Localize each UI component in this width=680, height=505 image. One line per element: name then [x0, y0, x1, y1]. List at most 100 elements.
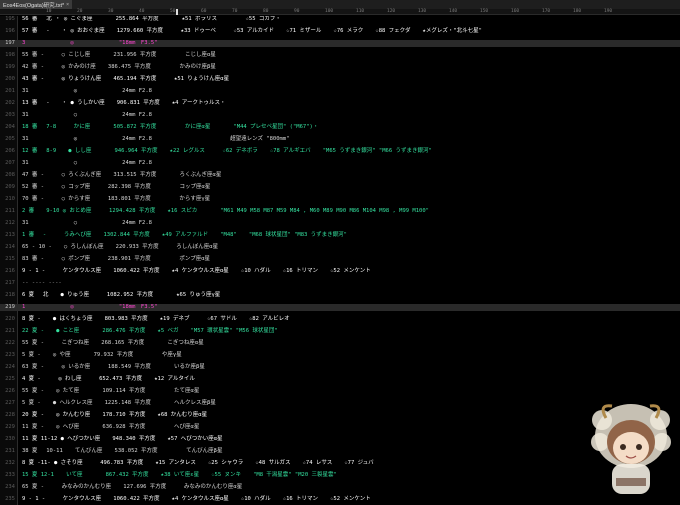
- editor-line[interactable]: 201 31 ◎ 24mm F2.8: [0, 88, 680, 95]
- line-number: 218: [5, 292, 15, 298]
- line-text: 22 夏 - ● こと座 286.476 平方度 ★5 ベガ "M57 環状星雲…: [22, 328, 278, 334]
- editor-line[interactable]: 230 11 夏 11-12 ● へびつかい座 948.340 平方度 ★57 へ…: [0, 436, 680, 443]
- editor-line[interactable]: 204 18 審 7-8 かに座 505.872 平方度 かに座α星 "M44 プ…: [0, 124, 680, 131]
- line-number: 197: [5, 40, 15, 46]
- line-text: 83 審 - ○ ポンプ座 238.901 平方度 ポンプ座α星: [22, 256, 211, 262]
- line-number: 207: [5, 160, 15, 166]
- line-number: 208: [5, 172, 15, 178]
- line-text: 65 - 10 - ○ ろしんぼん座 220.933 平方度 ろしんぼん座α星: [22, 244, 219, 250]
- editor-line[interactable]: 208 47 審 - ○ ろくぶんぎ座 313.515 平方度 ろくぶんぎ座α星: [0, 172, 680, 179]
- editor-line[interactable]: 215 83 審 - ○ ポンプ座 238.901 平方度 ポンプ座α星: [0, 256, 680, 263]
- ruler-tick: 160: [511, 9, 520, 14]
- editor-line[interactable]: 217 -- ---- ----: [0, 280, 680, 287]
- line-number: 222: [5, 340, 15, 346]
- line-number: 200: [5, 76, 15, 82]
- editor-line[interactable]: 228 20 夏 - ◎ かんむり座 178.710 平方度 ★68 かんむり座α…: [0, 412, 680, 419]
- editor-line[interactable]: 216 9 - 1 - ケンタウルス座 1060.422 平方度 ★4 ケンタウル…: [0, 268, 680, 275]
- editor-line[interactable]: 220 8 夏 - ● はくちょう座 803.983 平方度 ★19 デネブ ☆6…: [0, 316, 680, 323]
- editor-line[interactable]: 229 11 夏 - ◎ へび座 636.928 平方度 へび座α星: [0, 424, 680, 431]
- editor-line[interactable]: 205 31 ◎ 24mm F2.8 超望遠レンズ "800mm": [0, 136, 680, 143]
- line-text: 56 審 北 ・ ◎ こぐま座 255.864 平方度 ★51 ポラリス ☆55…: [22, 16, 281, 22]
- editor-line[interactable]: 235 9 - 1 - ケンタウルス座 1060.422 平方度 ★4 ケンタウル…: [0, 496, 680, 503]
- line-text: 5 夏 - ● ヘルクレス座 1225.148 平方度 ヘルクレス座β星: [22, 400, 216, 406]
- editor-line[interactable]: 224 63 夏 - ◎ いるか座 188.549 平方度 いるか座β星: [0, 364, 680, 371]
- line-text: 42 審 - ◎ かみのけ座 386.475 平方度 かみのけ座β星: [22, 64, 216, 70]
- line-number: 221: [5, 328, 15, 334]
- line-text: 6 夏 北 ● りゅう座 1082.952 平方度 ★65 りゅう座γ星: [22, 292, 221, 298]
- editor-line[interactable]: 212 31 ○ 24mm F2.8: [0, 220, 680, 227]
- editor-line[interactable]: 206 12 審 8-9 ● しし座 946.964 平方度 ★22 レグルス ☆…: [0, 148, 680, 155]
- editor-line[interactable]: 218 6 夏 北 ● りゅう座 1082.952 平方度 ★65 りゅう座γ星: [0, 292, 680, 299]
- ruler-tick: 70: [232, 9, 238, 14]
- line-number: 214: [5, 244, 15, 250]
- mascot-illustration: [591, 404, 671, 494]
- line-text: 1 審 - うみへび座 1302.844 平方度 ★49 アルファルド "M48…: [22, 232, 347, 238]
- editor-line[interactable]: 210 70 審 - ○ からす座 183.801 平方度 からす座γ星: [0, 196, 680, 203]
- editor-line[interactable]: 214 65 - 10 - ○ ろしんぼん座 220.933 平方度 ろしんぼん座…: [0, 244, 680, 251]
- column-ruler: 10 20 30 40 50 60 70 80 90 100 110 120 130 140 150 160 1…: [0, 9, 680, 15]
- line-text: 2 審 9-10 ◎ おとめ座 1294.428 平方度 ★16 スピカ "M6…: [22, 208, 429, 214]
- editor-line[interactable]: 199 42 審 - ◎ かみのけ座 386.475 平方度 かみのけ座β星: [0, 64, 680, 71]
- editor-line[interactable]: 233 15 夏 12-1 いて座 867.432 平方度 ★38 いて座ε星 ☆…: [0, 472, 680, 479]
- ruler-tick: 140: [449, 9, 458, 14]
- line-number: 232: [5, 460, 15, 466]
- editor-line[interactable]: 202 13 審 - ・ ● うしかい座 906.831 平方度 ★4 アークトゥ…: [0, 100, 680, 107]
- line-number: 235: [5, 496, 15, 502]
- editor-line[interactable]: 207 31 ○ 24mm F2.8: [0, 160, 680, 167]
- line-number: 203: [5, 112, 15, 118]
- line-text: 55 夏 - こぎつね座 268.165 平方度 こぎつね座α星: [22, 340, 204, 346]
- editor-line[interactable]: 232 8 夏 -11- ● さそり座 496.783 平方度 ★15 アンタレス…: [0, 460, 680, 467]
- editor-line[interactable]: 209 52 審 - ○ コップ座 282.398 平方度 コップ座α星: [0, 184, 680, 191]
- line-text: 57 審 - ・ ◎ おおぐま座 1279.660 平方度 ★33 ドゥーベ ☆…: [22, 28, 482, 34]
- editor-line[interactable]: 211 2 審 9-10 ◎ おとめ座 1294.428 平方度 ★16 スピカ …: [0, 208, 680, 215]
- line-number: 231: [5, 448, 15, 454]
- editor-line[interactable]: 197 3 ◎ "18mm F3.5": [0, 40, 680, 48]
- editor-line[interactable]: 221 22 夏 - ● こと座 286.476 平方度 ★5 ベガ "M57 環…: [0, 328, 680, 335]
- editor-line[interactable]: 213 1 審 - うみへび座 1302.844 平方度 ★49 アルファルド "…: [0, 232, 680, 239]
- line-number: 224: [5, 364, 15, 370]
- editor-line[interactable]: 219 1 ◎ "18mm F3.5": [0, 304, 680, 312]
- line-number: 210: [5, 196, 15, 202]
- line-number: 201: [5, 88, 15, 94]
- editor-line[interactable]: 200 43 審 - ◎ りょうけん座 465.194 平方度 ★51 りょうけん…: [0, 76, 680, 83]
- editor-line[interactable]: 222 55 夏 - こぎつね座 268.165 平方度 こぎつね座α星: [0, 340, 680, 347]
- editor-line[interactable]: 223 5 夏 - ◎ や座 79.932 平方度 や座γ星: [0, 352, 680, 359]
- line-number: 223: [5, 352, 15, 358]
- ruler-tick: 40: [139, 9, 145, 14]
- editor-line[interactable]: 196 57 審 - ・ ◎ おおぐま座 1279.660 平方度 ★33 ドゥー…: [0, 28, 680, 35]
- line-number: 225: [5, 376, 15, 382]
- tab-file[interactable]: Eos4Eos(Ogata)研究.txt* ×: [0, 0, 73, 9]
- line-number: 196: [5, 28, 15, 34]
- line-text: 20 夏 - ◎ かんむり座 178.710 平方度 ★68 かんむり座α星: [22, 412, 208, 418]
- editor-line[interactable]: 234 65 夏 - みなみのかんむり座 127.696 平方度 みなみのかんむり…: [0, 484, 680, 491]
- ruler-tick: 100: [325, 9, 334, 14]
- close-icon[interactable]: ×: [66, 2, 69, 8]
- line-text: 9 - 1 - ケンタウルス座 1060.422 平方度 ★4 ケンタウルス座α…: [22, 496, 371, 502]
- editor-line[interactable]: 225 4 夏 - ◎ わし座 652.473 平方度 ★12 アルタイル: [0, 376, 680, 383]
- editor-line[interactable]: 227 5 夏 - ● ヘルクレス座 1225.148 平方度 ヘルクレス座β星: [0, 400, 680, 407]
- ruler-tick: 170: [542, 9, 551, 14]
- line-number: 216: [5, 268, 15, 274]
- ruler-tick: 110: [356, 9, 365, 14]
- line-text: 8 夏 - ● はくちょう座 803.983 平方度 ★19 デネブ ☆67 サ…: [22, 316, 290, 322]
- editor-line[interactable]: 231 38 夏 10-11 てんびん座 538.052 平方度 てんびん座β星: [0, 448, 680, 455]
- line-text: 31 ○ 24mm F2.8: [22, 112, 152, 118]
- line-number: 215: [5, 256, 15, 262]
- ruler-tick: 80: [263, 9, 269, 14]
- editor-line[interactable]: 226 55 夏 - ◎ たて座 109.114 平方度 たて座α星: [0, 388, 680, 395]
- line-text: 31 ◎ 24mm F2.8 超望遠レンズ "800mm": [22, 136, 290, 142]
- ruler-tick: 60: [201, 9, 207, 14]
- editor-line[interactable]: 203 31 ○ 24mm F2.8: [0, 112, 680, 119]
- text-editor[interactable]: 195 56 審 北 ・ ◎ こぐま座 255.864 平方度 ★51 ポラリス …: [0, 16, 680, 505]
- line-text: 11 夏 11-12 ● へびつかい座 948.340 平方度 ★57 へびつか…: [22, 436, 223, 442]
- line-number: 204: [5, 124, 15, 130]
- ruler-tick: 50: [170, 9, 176, 14]
- ruler-cursor: [176, 9, 178, 15]
- line-text: 4 夏 - ◎ わし座 652.473 平方度 ★12 アルタイル: [22, 376, 195, 382]
- line-text: 13 審 - ・ ● うしかい座 906.831 平方度 ★4 アークトゥルス・: [22, 100, 226, 106]
- line-text: -- ---- ----: [22, 280, 62, 286]
- editor-line[interactable]: 198 55 審 - ○ こじし座 231.956 平方度 こじし座α星: [0, 52, 680, 59]
- editor-line[interactable]: 195 56 審 北 ・ ◎ こぐま座 255.864 平方度 ★51 ポラリス …: [0, 16, 680, 23]
- line-number: 234: [5, 484, 15, 490]
- ruler-tick: 30: [108, 9, 114, 14]
